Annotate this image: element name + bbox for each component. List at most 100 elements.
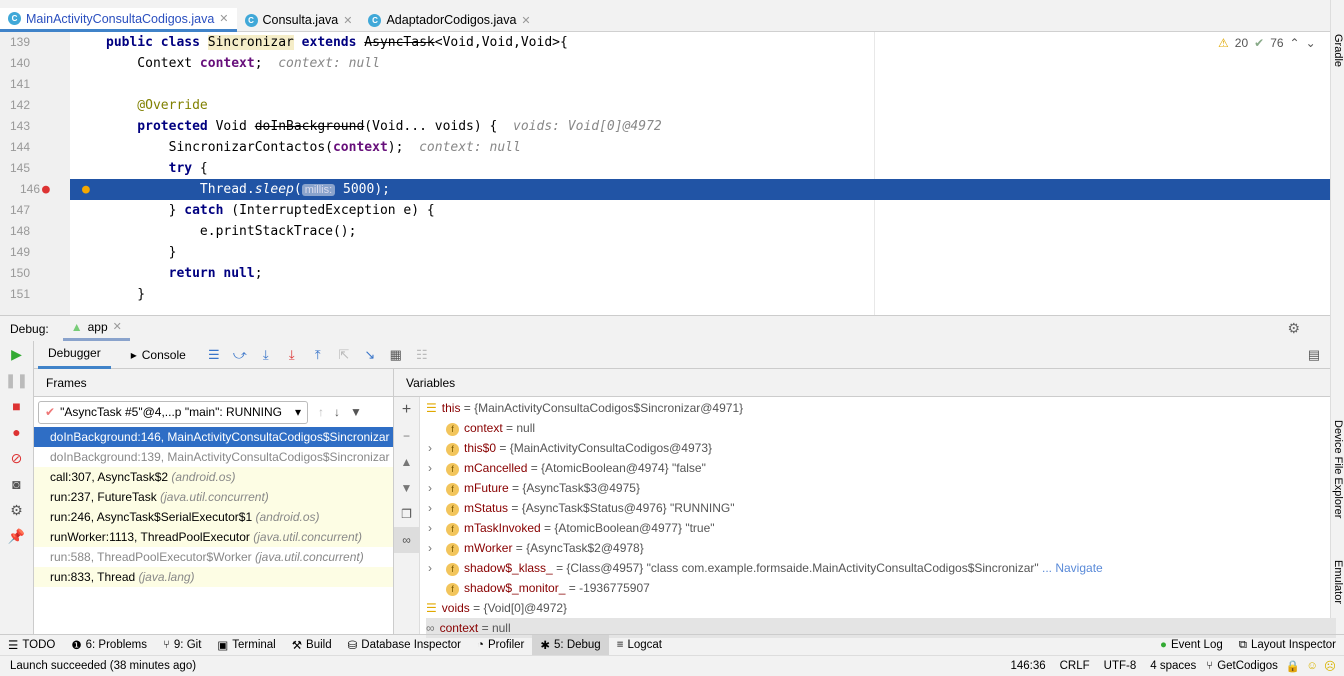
arrow-up-icon[interactable]: ↑ [318, 405, 324, 419]
indent[interactable]: 4 spaces [1150, 660, 1196, 672]
code-line[interactable]: 145 try { [0, 158, 1308, 179]
lock-icon[interactable]: 🔒 [1286, 659, 1300, 673]
line-separator[interactable]: CRLF [1060, 660, 1090, 672]
arrow-down-icon[interactable]: ↓ [334, 405, 340, 419]
code-line[interactable]: 141 [0, 74, 1308, 95]
variable-row[interactable]: › f mTaskInvoked = {AtomicBoolean@4977} "t… [428, 518, 715, 538]
variable-row[interactable]: › f this$0 = {MainActivityConsultaCodigos@… [428, 438, 712, 458]
frame-item[interactable]: doInBackground:139, MainActivityConsulta… [34, 447, 393, 467]
debug-session-tab[interactable]: ▲ app ✕ [62, 316, 130, 341]
frame-item[interactable]: call:307, AsyncTask$2 (android.os) [34, 467, 393, 487]
drop-frame-icon[interactable]: ⇱ [336, 347, 352, 363]
variable-row[interactable]: › f mFuture = {AsyncTask$3@4975} [428, 478, 640, 498]
tab-file[interactable]: C AdaptadorCodigos.java ✕ [360, 8, 538, 32]
expand-arrow-icon[interactable]: › [428, 558, 432, 578]
tool-button[interactable]: ▣ Terminal [209, 635, 283, 656]
pin-icon[interactable]: 📌 [0, 523, 33, 549]
variable-row[interactable]: ☰ voids = {Void[0]@4972} [426, 598, 567, 618]
encoding[interactable]: UTF-8 [1104, 660, 1137, 672]
code-line[interactable]: 151 } [0, 284, 1308, 305]
device-file-explorer-tool[interactable]: Device File Explorer [1332, 420, 1344, 518]
emulator-tool[interactable]: Emulator [1332, 560, 1344, 604]
code-line[interactable]: 147 } catch (InterruptedException e) { [0, 200, 1308, 221]
tab-file[interactable]: C MainActivityConsultaCodigos.java ✕ [0, 8, 237, 32]
happy-feedback-icon[interactable]: ☺ [1306, 660, 1318, 672]
frame-item[interactable]: runWorker:1113, ThreadPoolExecutor (java… [34, 527, 393, 547]
gradle-tool[interactable]: Gradle [1332, 34, 1344, 67]
watches-icon[interactable]: ∞ [394, 527, 419, 553]
code-line[interactable]: 143 protected Void doInBackground(Void..… [0, 116, 1308, 137]
expand-arrow-icon[interactable]: › [428, 538, 432, 558]
move-down-icon[interactable]: ▼ [394, 475, 419, 501]
tool-button[interactable]: ⑂ 9: Git [155, 635, 209, 656]
variable-row[interactable]: › f mCancelled = {AtomicBoolean@4974} "fal… [428, 458, 706, 478]
tool-button[interactable]: ≡ Logcat [609, 635, 670, 656]
tab-console[interactable]: ▸ Console [121, 341, 196, 369]
settings-icon[interactable]: ⚙ [0, 497, 33, 523]
expand-arrow-icon[interactable]: › [428, 438, 432, 458]
remove-icon[interactable]: − [394, 423, 419, 449]
tool-button[interactable]: ⛁ Database Inspector [340, 635, 469, 656]
view-breakpoints-icon[interactable]: ● [0, 419, 33, 445]
code-line[interactable]: 140 Context context; context: null [0, 53, 1308, 74]
gear-icon[interactable]: ⚙ [1287, 320, 1300, 337]
code-line[interactable]: 144 SincronizarContactos(context); conte… [0, 137, 1308, 158]
close-icon[interactable]: ✕ [521, 14, 530, 27]
status-message[interactable]: Launch succeeded (38 minutes ago) [10, 660, 196, 672]
layout-icon[interactable]: ▤ [1306, 347, 1322, 363]
expand-arrow-icon[interactable]: › [428, 478, 432, 498]
expand-arrow-icon[interactable]: › [428, 458, 432, 478]
close-icon[interactable]: ✕ [343, 14, 352, 27]
evaluate-icon[interactable]: ▦ [388, 347, 404, 363]
move-up-icon[interactable]: ▲ [394, 449, 419, 475]
close-icon[interactable]: ✕ [219, 12, 228, 25]
pause-icon[interactable]: ❚❚ [0, 367, 33, 393]
add-icon[interactable]: + [394, 397, 419, 423]
chevron-down-icon[interactable]: ⌄ [1306, 36, 1316, 50]
frame-item[interactable]: run:237, FutureTask (java.util.concurren… [34, 487, 393, 507]
lightbulb-icon[interactable]: ● [82, 179, 90, 200]
code-line[interactable]: 146 Thread.sleep(millis: 5000); ● ● [10, 179, 1330, 200]
tab-debugger[interactable]: Debugger [38, 341, 111, 369]
inspection-widget[interactable]: ⚠ 20 ✔ 76 ⌃ ⌄ [1218, 36, 1316, 50]
code-line[interactable]: 142 @Override [0, 95, 1308, 116]
navigate-link[interactable]: ... Navigate [1042, 561, 1103, 575]
step-into-icon[interactable]: ⤓ [284, 347, 300, 363]
code-line[interactable]: 139 public class Sincronizar extends Asyn… [0, 32, 1308, 53]
resume-icon[interactable]: ▶ [0, 341, 33, 367]
camera-icon[interactable]: ◙ [0, 471, 33, 497]
mute-breakpoints-icon[interactable]: ⊘ [0, 445, 33, 471]
step-over-icon[interactable]: ⤓ [258, 347, 274, 363]
stop-icon[interactable]: ■ [0, 393, 33, 419]
filter-icon[interactable]: ▼ [350, 405, 362, 419]
close-icon[interactable]: ✕ [113, 320, 122, 334]
variable-row[interactable]: › f mStatus = {AsyncTask$Status@4976} "RUN… [428, 498, 734, 518]
variable-row[interactable]: f context = null [446, 418, 535, 438]
step-out-icon[interactable]: ⤒ [310, 347, 326, 363]
breakpoint-icon[interactable]: ● [42, 179, 50, 200]
copy-icon[interactable]: ❐ [394, 501, 419, 527]
frame-item[interactable]: run:246, AsyncTask$SerialExecutor$1 (and… [34, 507, 393, 527]
variable-row[interactable]: f shadow$_monitor_ = -1936775907 [446, 578, 650, 598]
code-line[interactable]: 148 e.printStackTrace(); [0, 221, 1308, 242]
variable-row[interactable]: › f mWorker = {AsyncTask$2@4978} [428, 538, 644, 558]
tool-button[interactable]: ● Event Log [1152, 635, 1231, 656]
tab-file[interactable]: C Consulta.java ✕ [237, 8, 361, 32]
expand-arrow-icon[interactable]: › [428, 518, 432, 538]
variable-row[interactable]: ⌄☰this = {MainActivityConsultaCodigos$Si… [408, 398, 743, 418]
tool-button[interactable]: ◔ Profiler [469, 635, 532, 656]
expand-arrow-icon[interactable]: › [428, 498, 432, 518]
sad-feedback-icon[interactable]: ☹ [1324, 659, 1336, 673]
tool-button[interactable]: ✱ 5: Debug [532, 634, 609, 656]
code-line[interactable]: 149 } [0, 242, 1308, 263]
variable-row[interactable]: › f shadow$_klass_ = {Class@4957} "class c… [428, 558, 1103, 578]
thread-select[interactable]: ✔ "AsyncTask #5"@4,...p "main": RUNNING ▾ [38, 400, 308, 424]
code-line[interactable]: 150 return null; [0, 263, 1308, 284]
frame-item[interactable]: run:833, Thread (java.lang) [34, 567, 393, 587]
show-execution-point-icon[interactable]: ⤻ [232, 347, 248, 363]
chevron-up-icon[interactable]: ⌃ [1290, 36, 1300, 50]
run-to-cursor-icon[interactable]: ↘ [362, 347, 378, 363]
git-branch[interactable]: GetCodigos [1217, 660, 1278, 672]
frame-item[interactable]: doInBackground:146, MainActivityConsulta… [34, 427, 393, 447]
caret-position[interactable]: 146:36 [1010, 660, 1045, 672]
